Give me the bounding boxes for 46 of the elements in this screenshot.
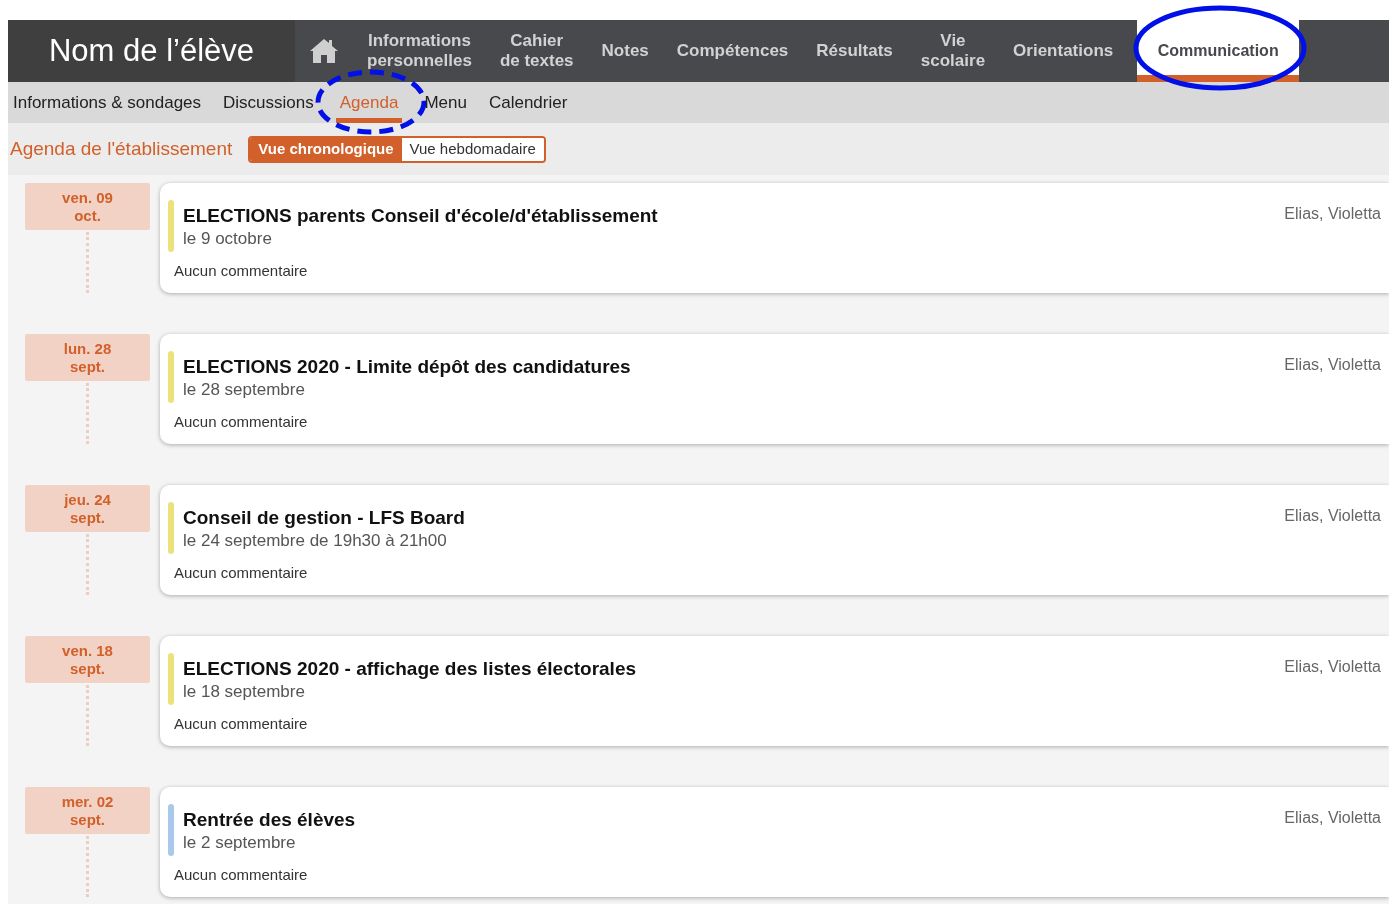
event-date: le 9 octobre	[183, 229, 273, 249]
nav-tab[interactable]: Informations personnelles	[353, 20, 486, 82]
event-comment: Aucun commentaire	[174, 412, 309, 432]
event-card[interactable]: ELECTIONS 2020 - Limite dépôt des candidatures le 28 septembre Aucun commentaire Elias, Violetta	[160, 334, 1389, 444]
event-audience: Elias, Violetta	[1284, 506, 1381, 526]
event-card[interactable]: Conseil de gestion - LFS Board le 24 septembre de 19h30 à 21h00 Aucun commentaire Elias, Violetta	[160, 485, 1389, 595]
student-name: Nom de l’élève	[8, 20, 295, 82]
sub-tab[interactable]: Informations & sondages	[13, 82, 202, 123]
event-card[interactable]: Rentrée des élèves le 2 septembre Aucun commentaire Elias, Violetta	[160, 787, 1389, 897]
date-badge: lun. 28 sept.	[25, 334, 150, 382]
nav-tab[interactable]: Cahier de textes	[485, 20, 588, 82]
event-comment: Aucun commentaire	[174, 865, 309, 885]
event-card[interactable]: ELECTIONS 2020 - affichage des listes électorales le 18 septembre Aucun commentaire Elias, Violetta	[160, 636, 1389, 746]
view-toggle-button[interactable]: Vue hebdomadaire	[401, 137, 544, 161]
event-audience: Elias, Violetta	[1284, 204, 1381, 224]
event-audience: Elias, Violetta	[1284, 657, 1381, 677]
event-title: Conseil de gestion - LFS Board	[183, 506, 465, 530]
sub-tab[interactable]: Menu	[424, 82, 467, 123]
event-audience: Elias, Violetta	[1284, 355, 1381, 375]
sub-tab[interactable]: Discussions	[223, 82, 314, 123]
nav-tab[interactable]: Notes	[587, 20, 663, 82]
page-title: Agenda de l'établissement	[10, 136, 233, 161]
nav-tab[interactable]: Communication	[1137, 20, 1300, 82]
event-card[interactable]: ELECTIONS parents Conseil d'école/d'établissement le 9 octobre Aucun commentaire Elias, Violetta	[160, 183, 1389, 293]
event-date: le 28 septembre	[183, 380, 306, 400]
event-title: ELECTIONS parents Conseil d'école/d'établissement	[183, 204, 658, 228]
nav-tab[interactable]: Vie scolaire	[906, 20, 1000, 82]
event-audience: Elias, Violetta	[1284, 808, 1381, 828]
event-title: Rentrée des élèves	[183, 808, 356, 832]
nav-tab[interactable]: Orientations	[999, 20, 1128, 82]
event-date: le 24 septembre de 19h30 à 21h00	[183, 531, 448, 551]
event-date: le 2 septembre	[183, 833, 297, 853]
nav-tab[interactable]: Compétences	[662, 20, 803, 82]
event-comment: Aucun commentaire	[174, 714, 309, 734]
date-badge: mer. 02 sept.	[25, 787, 150, 835]
view-toggle-button[interactable]: Vue chronologique	[250, 137, 402, 161]
date-badge: ven. 18 sept.	[25, 636, 150, 684]
date-badge: jeu. 24 sept.	[25, 485, 150, 533]
date-badge: ven. 09 oct.	[25, 183, 150, 231]
event-title: ELECTIONS 2020 - affichage des listes électorales	[183, 657, 637, 681]
sub-tab[interactable]: Calendrier	[488, 82, 568, 123]
event-date: le 18 septembre	[183, 682, 306, 702]
event-title: ELECTIONS 2020 - Limite dépôt des candidatures	[183, 355, 631, 379]
nav-tab[interactable]: Résultats	[802, 20, 907, 82]
event-comment: Aucun commentaire	[174, 563, 309, 583]
event-comment: Aucun commentaire	[174, 261, 309, 281]
